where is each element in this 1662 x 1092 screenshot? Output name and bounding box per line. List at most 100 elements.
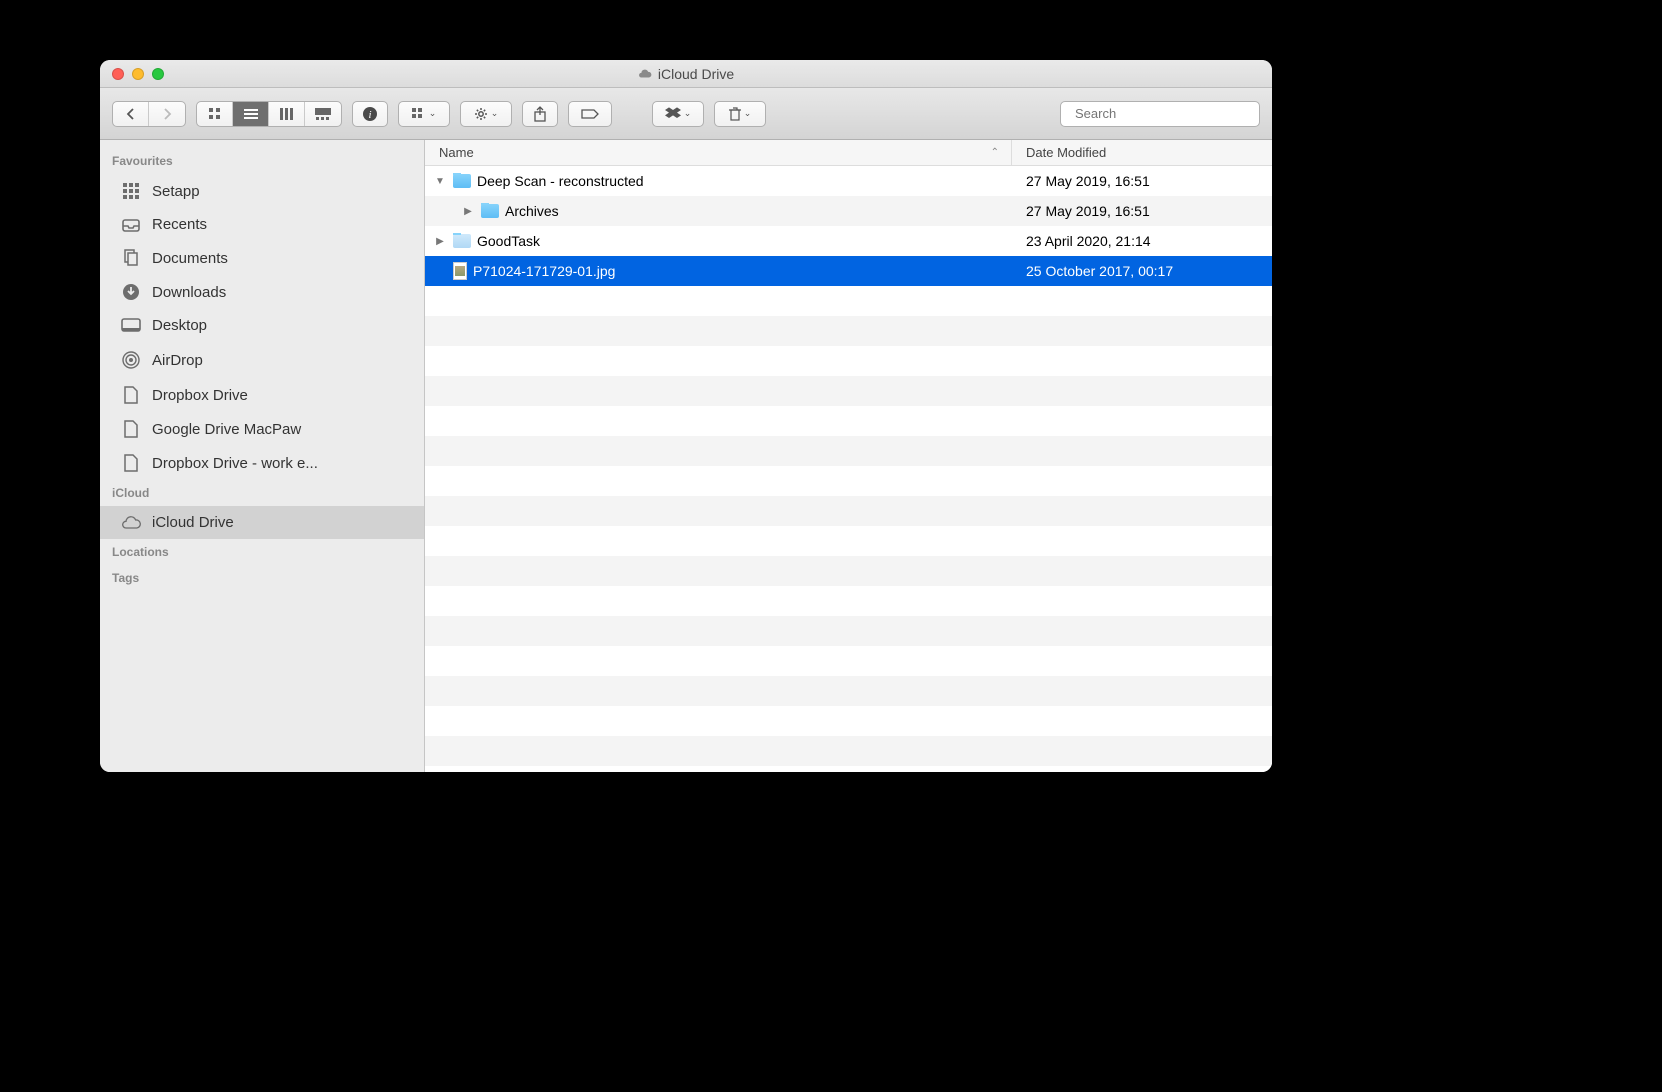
sidebar-item-label: Dropbox Drive - work e... [152,455,318,472]
close-button[interactable] [112,68,124,80]
icon-view-button[interactable] [197,102,233,126]
file-name-label: GoodTask [477,233,540,249]
sidebar-item-label: Google Drive MacPaw [152,421,301,438]
file-date-label: 27 May 2019, 16:51 [1012,173,1272,189]
sidebar-item-label: Downloads [152,284,226,301]
sidebar-item-airdrop[interactable]: AirDrop [100,342,424,378]
action-button[interactable]: ⌄ [460,101,512,127]
empty-row [425,286,1272,316]
search-input[interactable] [1075,106,1251,121]
trash-icon [729,107,741,121]
finder-window: iCloud Drive i ⌄ ⌄ ⌄ [100,60,1272,772]
column-name[interactable]: Name ⌃ [425,140,1012,165]
cloud-icon [638,67,652,81]
file-icon [120,420,142,438]
sidebar-item-label: Dropbox Drive [152,387,248,404]
file-name-cell: ▶ GoodTask [425,233,1012,249]
empty-row [425,526,1272,556]
sidebar-item-icloud-drive[interactable]: iCloud Drive [100,506,424,539]
dropbox-menu-button[interactable]: ⌄ [652,101,704,127]
tag-icon [580,108,600,120]
image-file-icon [453,262,467,280]
chevron-down-icon: ⌄ [684,108,692,119]
dropbox-icon [665,107,681,121]
download-icon [120,283,142,301]
sidebar-item-desktop[interactable]: Desktop [100,309,424,342]
empty-row [425,586,1272,616]
search-field[interactable] [1060,101,1260,127]
empty-row [425,316,1272,346]
empty-row [425,346,1272,376]
empty-row [425,736,1272,766]
grid-icon [120,182,142,200]
empty-row [425,646,1272,676]
chevron-down-icon: ⌄ [491,108,499,119]
file-name-label: P71024-171729-01.jpg [473,263,615,279]
info-button[interactable]: i [352,101,388,127]
empty-row [425,616,1272,646]
file-row[interactable]: ▼ Deep Scan - reconstructed 27 May 2019, 1… [425,166,1272,196]
traffic-lights [100,68,164,80]
file-name-cell: ▼ Deep Scan - reconstructed [425,173,1012,189]
column-name-label: Name [439,145,474,160]
titlebar: iCloud Drive [100,60,1272,88]
sidebar-item-downloads[interactable]: Downloads [100,275,424,309]
zoom-button[interactable] [152,68,164,80]
empty-row [425,406,1272,436]
cloud-icon [120,516,142,530]
documents-icon [120,249,142,267]
sidebar-item-label: iCloud Drive [152,514,234,531]
sidebar-item-documents[interactable]: Documents [100,241,424,275]
sidebar-item-google-drive[interactable]: Google Drive MacPaw [100,412,424,446]
airdrop-icon [120,350,142,370]
forward-button[interactable] [149,102,185,126]
back-button[interactable] [113,102,149,126]
file-name-cell: ▶Archives [425,203,1012,219]
column-date[interactable]: Date Modified [1012,140,1272,165]
empty-row [425,466,1272,496]
desktop-icon [120,318,142,334]
file-name-cell: P71024-171729-01.jpg [425,262,1012,280]
sidebar-section-tags: Tags [100,565,424,591]
column-view-button[interactable] [269,102,305,126]
sidebar-item-dropbox-work[interactable]: Dropbox Drive - work e... [100,446,424,480]
sidebar-item-recents[interactable]: Recents [100,208,424,241]
empty-row [425,676,1272,706]
sidebar-item-label: Setapp [152,183,200,200]
file-list-pane: Name ⌃ Date Modified ▼ Deep Scan - recons… [425,140,1272,772]
disclosure-closed-icon[interactable]: ▶ [461,206,475,217]
disclosure-open-icon[interactable]: ▼ [433,176,447,187]
chevron-down-icon: ⌄ [429,108,437,119]
gallery-view-button[interactable] [305,102,341,126]
folder-icon [481,204,499,218]
file-row[interactable]: ▶ GoodTask 23 April 2020, 21:14 [425,226,1272,256]
folder-icon [453,174,471,188]
column-date-label: Date Modified [1026,145,1106,160]
sidebar-item-dropbox-drive[interactable]: Dropbox Drive [100,378,424,412]
empty-row [425,556,1272,586]
toolbar: i ⌄ ⌄ ⌄ ⌄ [100,88,1272,140]
minimize-button[interactable] [132,68,144,80]
sort-ascending-icon: ⌃ [991,147,999,158]
window-title: iCloud Drive [638,66,734,82]
sidebar-section-favourites: Favourites [100,148,424,174]
svg-text:i: i [368,109,371,121]
file-row[interactable]: P71024-171729-01.jpg25 October 2017, 00:… [425,256,1272,286]
view-mode-buttons [196,101,342,127]
sidebar-item-label: AirDrop [152,352,203,369]
group-by-button[interactable]: ⌄ [398,101,450,127]
file-name-label: Deep Scan - reconstructed [477,173,644,189]
file-date-label: 23 April 2020, 21:14 [1012,233,1272,249]
empty-row [425,376,1272,406]
tags-button[interactable] [568,101,612,127]
gear-icon [474,107,488,121]
list-view-button[interactable] [233,102,269,126]
sidebar-item-setapp[interactable]: Setapp [100,174,424,208]
sidebar-item-label: Documents [152,250,228,267]
trash-menu-button[interactable]: ⌄ [714,101,766,127]
share-button[interactable] [522,101,558,127]
disclosure-closed-icon[interactable]: ▶ [433,236,447,247]
file-row[interactable]: ▶Archives27 May 2019, 16:51 [425,196,1272,226]
file-icon [120,386,142,404]
file-icon [120,454,142,472]
